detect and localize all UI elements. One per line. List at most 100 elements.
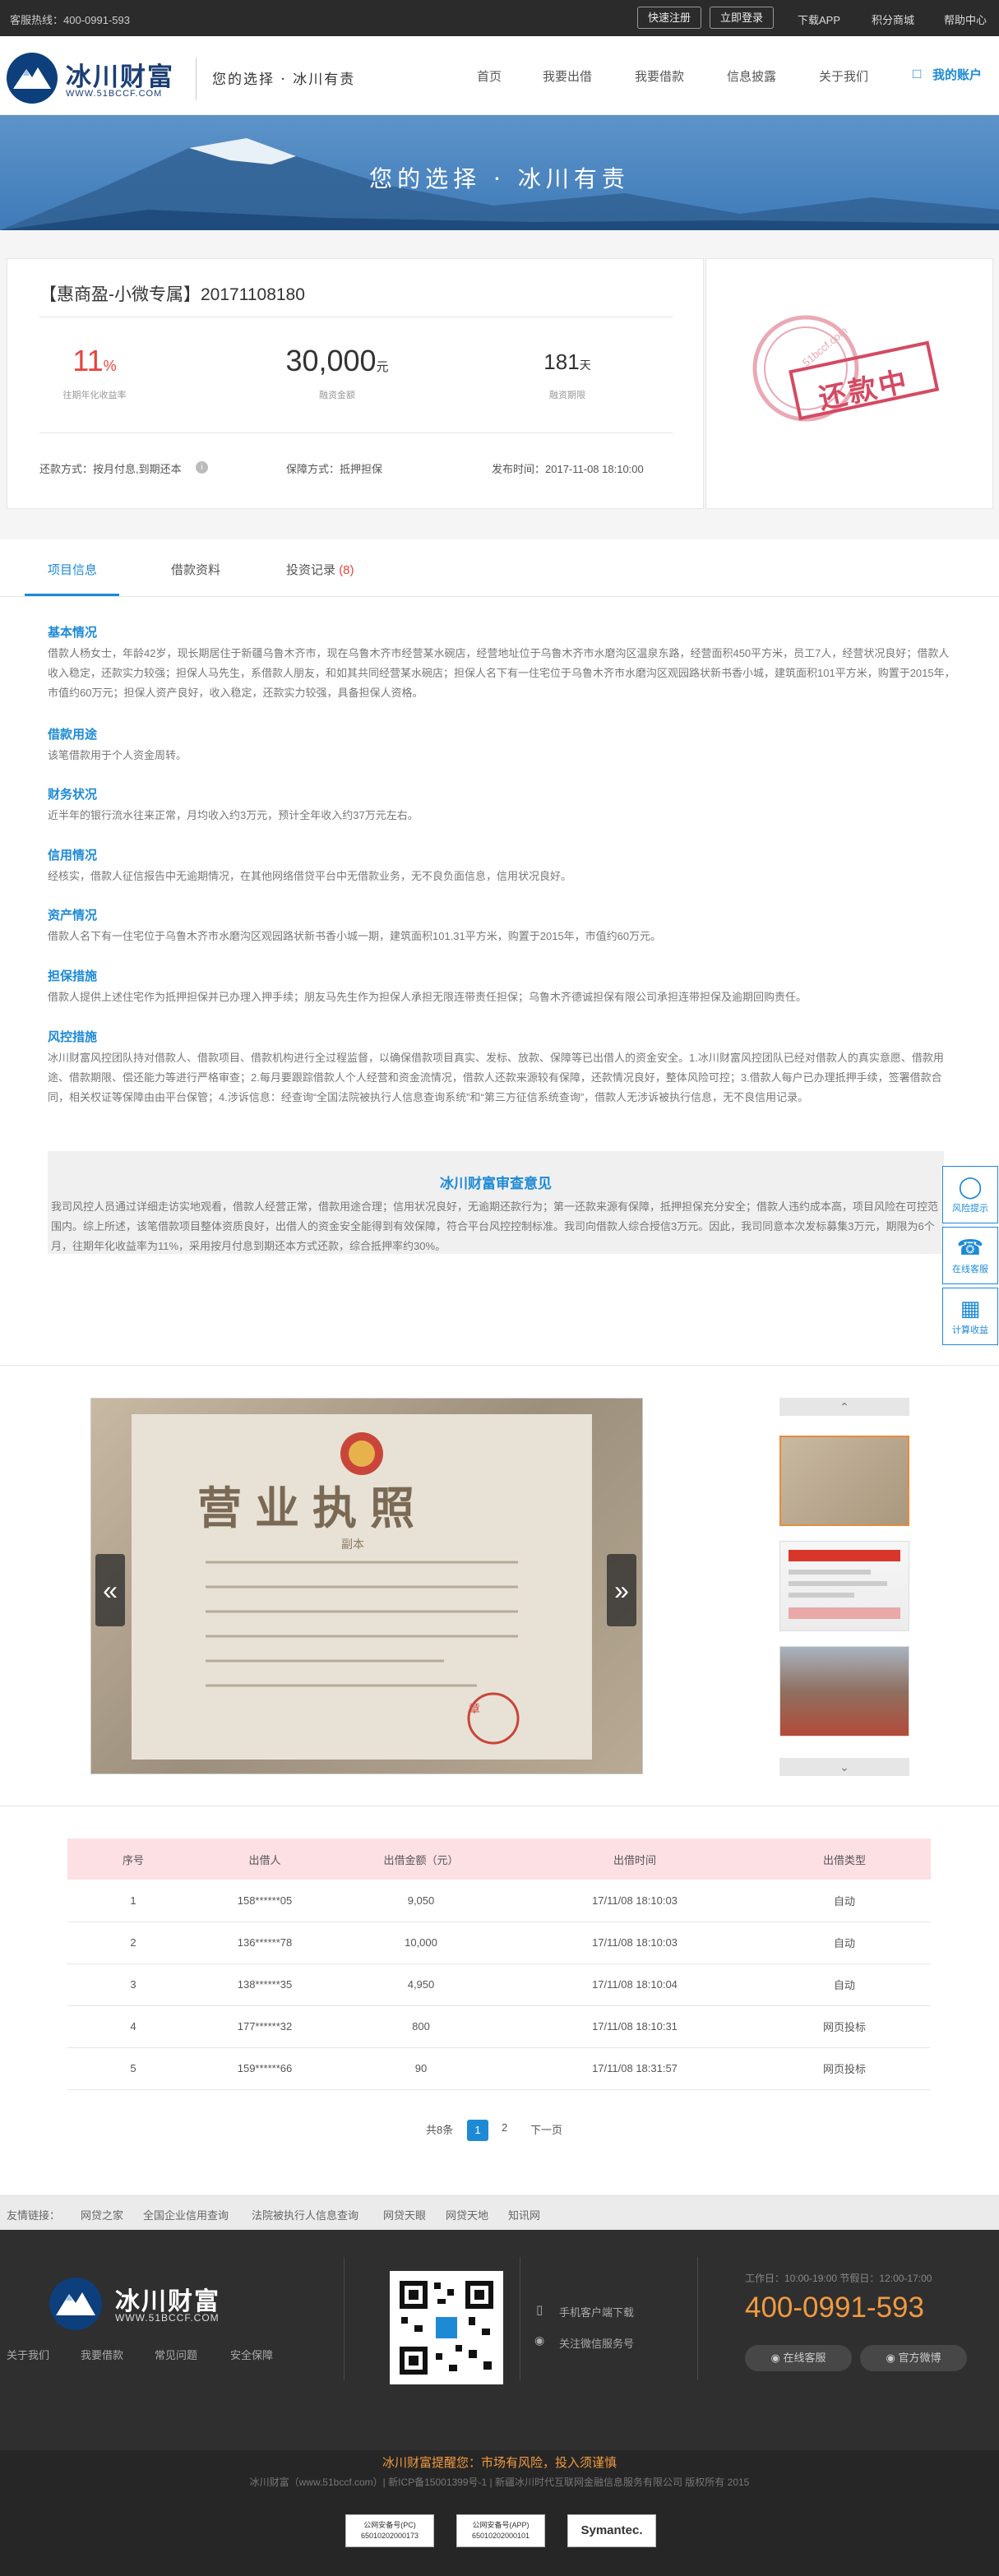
amount-value: 30,000元 xyxy=(259,344,415,378)
nav-disclosure[interactable]: 信息披露 xyxy=(727,67,776,85)
risk-tip-button[interactable]: ◯ 风险提示 xyxy=(942,1166,998,1223)
thumbs-up-button[interactable]: ⌃ xyxy=(779,1398,909,1416)
nav-home[interactable]: 首页 xyxy=(477,67,502,85)
cell: 1 xyxy=(67,1880,199,1922)
phone-icon: ▯ xyxy=(536,2303,543,2317)
amount-unit: 元 xyxy=(376,360,389,374)
footer-link[interactable]: 我要借款 xyxy=(81,2347,123,2362)
banner-slogan: 您的选择 · 冰川有责 xyxy=(369,165,630,192)
points-mall-link[interactable]: 积分商城 xyxy=(872,12,914,27)
cell: 17/11/08 18:10:03 xyxy=(511,1922,758,1964)
online-service-button[interactable]: ☎ 在线客服 xyxy=(942,1227,998,1284)
login-button[interactable]: 立即登录 xyxy=(710,7,774,29)
calculator-label: 计算收益 xyxy=(952,1325,988,1335)
section-heading: 财务状况 xyxy=(48,788,98,802)
app-download-link[interactable]: 手机客户端下载 xyxy=(559,2304,634,2319)
page-2-button[interactable]: 2 xyxy=(502,2121,507,2134)
cell: 136******78 xyxy=(199,1922,331,1964)
section-text: 借款人提供上述住宅作为抵押担保并已办理入押手续；朋友马先生作为担保人承担无限连带… xyxy=(48,991,807,1003)
section-heading: 借款用途 xyxy=(48,728,98,742)
risk-warning: 冰川财富提醒您：市场有风险，投入须谨慎 xyxy=(382,2456,617,2470)
friend-link[interactable]: 全国企业信用查询 xyxy=(143,2207,229,2222)
page-1-button[interactable]: 1 xyxy=(467,2120,488,2141)
thumbnail[interactable] xyxy=(779,1541,909,1631)
project-title: 【惠商盈-小微专属】20171108180 xyxy=(39,285,305,304)
tab-invest-records[interactable]: 投资记录 (8) xyxy=(286,561,354,578)
review-text: 我司风控人员通过详细走访实地观看，借款人经营正常，借款用途合理；信用状况良好，无… xyxy=(51,1200,939,1252)
table-row: 2 136******78 10,000 17/11/08 18:10:03 自动 xyxy=(67,1922,931,1964)
prev-image-button[interactable]: « xyxy=(95,1554,125,1626)
cell: 17/11/08 18:31:57 xyxy=(511,2047,758,2090)
footer-link[interactable]: 常见问题 xyxy=(155,2347,197,2362)
cell: 138******35 xyxy=(199,1963,331,2006)
tab-project-info[interactable]: 项目信息 xyxy=(48,561,97,578)
friend-link[interactable]: 网贷天地 xyxy=(446,2207,488,2222)
active-tab-indicator xyxy=(25,594,119,596)
term-number: 181 xyxy=(543,349,580,374)
col-header: 序号 xyxy=(67,1838,199,1880)
weibo-button[interactable]: ◉ 官方微博 xyxy=(860,2345,967,2371)
thumbnail[interactable] xyxy=(779,1436,909,1526)
thumbs-down-button[interactable]: ⌄ xyxy=(779,1758,909,1776)
police-badge-app[interactable]: 公网安备号(APP) 65010202000101 xyxy=(456,2514,545,2547)
download-app-link[interactable]: 下载APP xyxy=(798,12,840,27)
info-icon[interactable]: i xyxy=(196,461,208,474)
amount-label: 融资金额 xyxy=(319,391,355,400)
register-button[interactable]: 快速注册 xyxy=(637,7,701,29)
cell: 9,050 xyxy=(331,1880,511,1922)
calculator-button[interactable]: ▦ 计算收益 xyxy=(942,1288,998,1345)
footer-link[interactable]: 关于我们 xyxy=(7,2347,49,2362)
friend-link[interactable]: 知讯网 xyxy=(508,2207,540,2222)
cell: 800 xyxy=(331,2005,511,2048)
nav-about[interactable]: 关于我们 xyxy=(819,67,868,85)
amount-number: 30,000 xyxy=(285,344,377,377)
header-slogan: 您的选择 · 冰川有责 xyxy=(212,72,356,88)
police-badge-pc[interactable]: 公网安备号(PC) 65010202000173 xyxy=(345,2514,434,2547)
cell: 网页投标 xyxy=(758,2005,931,2048)
copyright-text: 冰川财富（www.51bccf.com）| 新ICP备15001399号-1 |… xyxy=(249,2477,750,2488)
table-row: 4 177******32 800 17/11/08 18:10:31 网页投标 xyxy=(67,2005,931,2048)
nav-borrow[interactable]: 我要借款 xyxy=(635,67,684,85)
cell: 自动 xyxy=(758,1880,931,1922)
section-text: 借款人名下有一住宅位于乌鲁木齐市水磨沟区观园路状新书香小城一期，建筑面积101.… xyxy=(48,930,662,942)
my-account-link[interactable]: 我的账户 xyxy=(932,66,982,83)
cell: 17/11/08 18:10:04 xyxy=(511,1963,758,2006)
friend-link[interactable]: 法院被执行人信息查询 xyxy=(252,2207,358,2222)
rate-number: 11 xyxy=(72,344,104,377)
symantec-badge[interactable]: Symantec. xyxy=(567,2514,656,2547)
online-service-button[interactable]: ◉ 在线客服 xyxy=(745,2345,852,2371)
thumbnail[interactable] xyxy=(779,1646,909,1737)
nav-lend[interactable]: 我要出借 xyxy=(543,67,592,85)
section-heading: 信用情况 xyxy=(48,849,98,863)
next-page-button[interactable]: 下一页 xyxy=(530,2121,562,2137)
footer-link[interactable]: 安全保障 xyxy=(230,2347,273,2362)
table-row: 3 138******35 4,950 17/11/08 18:10:04 自动 xyxy=(67,1963,931,2006)
lightbulb-icon: ◯ xyxy=(958,1174,983,1199)
mountain-logo-icon[interactable] xyxy=(7,53,58,104)
next-image-button[interactable]: » xyxy=(607,1554,636,1626)
cell: 17/11/08 18:10:03 xyxy=(511,1880,758,1922)
pager-total: 共8条 xyxy=(426,2124,454,2136)
qr-code xyxy=(390,2271,503,2384)
license-title: 营业执照 xyxy=(197,1484,428,1533)
account-icon: □ xyxy=(913,66,922,81)
friend-link[interactable]: 网贷之家 xyxy=(81,2207,123,2222)
wechat-service-link[interactable]: 关注微信服务号 xyxy=(559,2335,634,2351)
cell: 17/11/08 18:10:31 xyxy=(511,2005,758,2048)
brand-name[interactable]: 冰川财富 xyxy=(66,56,174,93)
cell: 90 xyxy=(331,2047,511,2090)
invest-count: (8) xyxy=(339,563,354,577)
table-row: 1 158******05 9,050 17/11/08 18:10:03 自动 xyxy=(67,1880,931,1922)
headset-icon: ☎ xyxy=(956,1235,984,1260)
top-bar xyxy=(0,0,999,36)
col-header: 出借金额（元） xyxy=(331,1838,511,1880)
cell: 网页投标 xyxy=(758,2047,931,2090)
divider xyxy=(0,1365,999,1366)
help-center-link[interactable]: 帮助中心 xyxy=(944,12,987,27)
term-label: 融资期限 xyxy=(549,391,585,400)
friend-link[interactable]: 网贷天眼 xyxy=(383,2207,426,2222)
cell: 4 xyxy=(67,2005,199,2048)
tab-loan-docs[interactable]: 借款资料 xyxy=(171,561,220,578)
online-service-label: 在线客服 xyxy=(783,2352,826,2364)
col-header: 出借人 xyxy=(199,1838,331,1880)
